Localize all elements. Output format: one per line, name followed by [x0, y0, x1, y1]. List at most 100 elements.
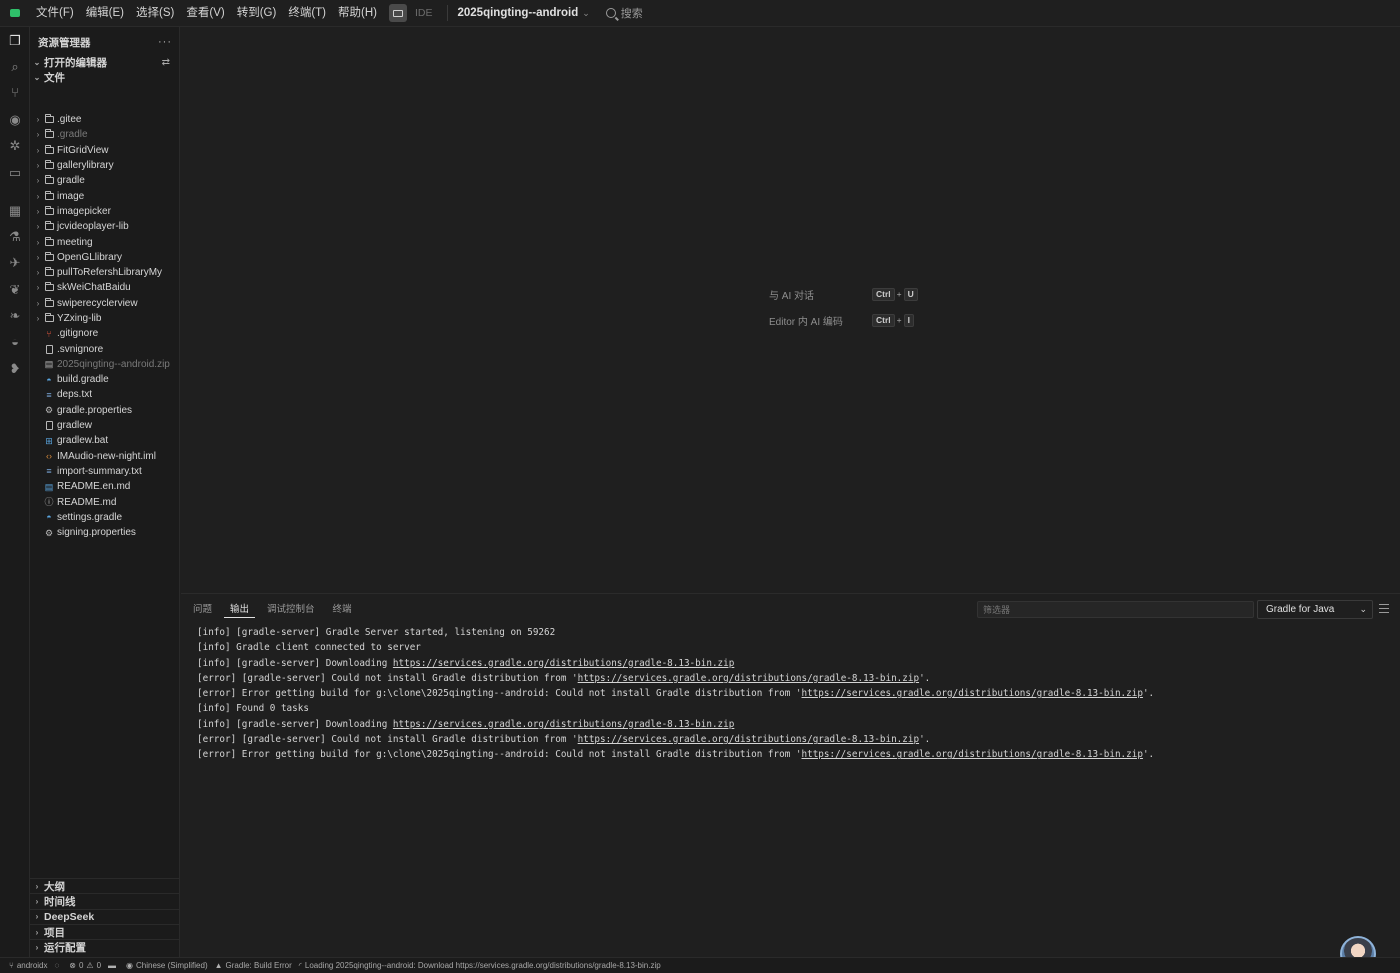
file-tree: › .gitee › .gradle › FitGridView › gallerylibra… [30, 112, 180, 540]
file-item[interactable]: ‹› IMAudio-new-night.iml [30, 449, 180, 464]
tree-item-label: gallerylibrary [57, 160, 114, 172]
menu-edit[interactable]: 编辑(E) [80, 0, 130, 27]
project-switcher[interactable]: 2025qingting--android [454, 7, 583, 19]
file-item[interactable]: ◓ settings.gradle [30, 510, 180, 525]
folder-icon [44, 267, 54, 278]
tab-debug-console[interactable]: 调试控制台 [261, 602, 321, 618]
folder-item[interactable]: › skWeiChatBaidu [30, 280, 180, 295]
panel-menu-icon[interactable] [1379, 604, 1389, 613]
folder-item[interactable]: › meeting [30, 234, 180, 249]
folder-item[interactable]: › gradle [30, 173, 180, 188]
deepseek-section[interactable]: › DeepSeek [30, 908, 180, 924]
output-channel-select[interactable]: Gradle for Java ⌄ [1257, 600, 1373, 619]
file-item[interactable]: .svnignore [30, 341, 180, 356]
menu-terminal[interactable]: 终端(T) [282, 0, 332, 27]
branch-status[interactable]: ⑂ androidx [9, 961, 48, 970]
chat-icon[interactable]: ❥ [7, 361, 23, 377]
language-status[interactable]: ◉ Chinese (Simplified) [126, 961, 208, 970]
file-item[interactable]: ◓ build.gradle [30, 372, 180, 387]
command-search[interactable]: 搜索 [621, 5, 643, 21]
layout-toggle-button[interactable] [388, 4, 407, 22]
folder-item[interactable]: › imagepicker [30, 204, 180, 219]
menu-go[interactable]: 转到(G) [231, 0, 283, 27]
projects-section[interactable]: › 项目 [30, 923, 180, 939]
menu-view[interactable]: 查看(V) [180, 0, 230, 27]
output-text: '. [919, 672, 931, 684]
run-config-section[interactable]: › 运行配置 [30, 939, 180, 954]
output-link[interactable]: https://services.gradle.org/distribution… [393, 658, 734, 669]
chevron-right-icon: › [35, 927, 39, 937]
ports-status[interactable]: ▬ [108, 961, 119, 970]
source-control-icon[interactable]: ⑂ [7, 85, 23, 101]
file-item[interactable]: ⚙ gradle.properties [30, 403, 180, 418]
app-logo [0, 0, 30, 27]
tab-output[interactable]: 输出 [224, 602, 256, 618]
plugin-icon[interactable]: ✈ [7, 255, 23, 271]
gradle-icon[interactable]: ◒ [7, 334, 23, 350]
sync-status[interactable]: ◌ [55, 961, 63, 970]
extensions-icon[interactable]: ▦ [7, 203, 23, 219]
tab-terminal[interactable]: 终端 [327, 602, 358, 618]
folder-item[interactable]: › YZxing-lib [30, 311, 180, 326]
chevron-right-icon: › [36, 237, 40, 247]
run-config-label: 运行配置 [44, 941, 86, 954]
tree-item-label: deps.txt [57, 389, 93, 401]
output-link[interactable]: https://services.gradle.org/distribution… [802, 688, 1143, 699]
problems-status[interactable]: ⊗ 0 ⚠ 0 [69, 961, 101, 970]
file-item[interactable]: ≡ deps.txt [30, 387, 180, 402]
search-view-icon[interactable]: ⌕ [7, 59, 23, 75]
warning-icon: ▲ [214, 961, 223, 970]
output-link[interactable]: https://services.gradle.org/distribution… [802, 749, 1143, 760]
file-item[interactable]: ▤ 2025qingting--android.zip [30, 357, 180, 372]
loading-status[interactable]: ◜ Loading 2025qingting--android: Download… [299, 961, 661, 970]
file-item[interactable]: gradlew [30, 418, 180, 433]
file-item[interactable]: ⚙ signing.properties [30, 525, 180, 540]
folder-item[interactable]: › OpenGLlibrary [30, 250, 180, 265]
folder-item[interactable]: › .gitee [30, 112, 180, 127]
folder-item[interactable]: › gallerylibrary [30, 158, 180, 173]
folder-item[interactable]: › image [30, 188, 180, 203]
ide-mode-button[interactable]: IDE [407, 7, 441, 19]
file-item[interactable]: ⊞ gradlew.bat [30, 433, 180, 448]
tree-item-label: pullToRefershLibraryMy [57, 267, 163, 279]
tab-problems[interactable]: 问题 [187, 602, 218, 618]
language-label: Chinese (Simplified) [136, 961, 208, 970]
folder-item[interactable]: › FitGridView [30, 143, 180, 158]
eye-icon[interactable]: ◉ [7, 112, 23, 128]
chevron-down-icon[interactable]: ⌄ [582, 8, 590, 19]
output-text: '. [919, 734, 931, 746]
open-editors-section[interactable]: ⌄ 打开的编辑器 ⇄ [30, 55, 180, 70]
toggle-icon[interactable]: ⇄ [162, 57, 170, 68]
testing-icon[interactable]: ⚗ [7, 229, 23, 245]
output-link[interactable]: https://services.gradle.org/distribution… [578, 734, 919, 745]
file-item[interactable]: ⑂ .gitignore [30, 326, 180, 341]
folder-item[interactable]: › .gradle [30, 127, 180, 142]
debug-icon[interactable]: ✲ [7, 138, 23, 154]
timeline-section[interactable]: › 时间线 [30, 893, 180, 908]
bird2-icon[interactable]: ❧ [7, 308, 23, 324]
tree-item-label: signing.properties [57, 527, 136, 539]
menu-selection[interactable]: 选择(S) [130, 0, 180, 27]
remote-icon[interactable]: ▭ [7, 165, 23, 181]
output-link[interactable]: https://services.gradle.org/distribution… [578, 673, 919, 684]
folder-item[interactable]: › swiperecyclerview [30, 296, 180, 311]
folder-item[interactable]: › pullToRefershLibraryMy [30, 265, 180, 280]
outline-section[interactable]: › 大纲 [30, 878, 180, 893]
output-log: [info] [gradle-server] Gradle Server sta… [197, 625, 1387, 763]
file-item[interactable]: ≡ import-summary.txt [30, 464, 180, 479]
folder-item[interactable]: › jcvideoplayer-lib [30, 219, 180, 234]
gradle-status[interactable]: ▲ Gradle: Build Error [215, 961, 292, 970]
warning-icon: ⚠ [86, 961, 94, 970]
output-filter-input[interactable] [977, 601, 1254, 618]
menu-file[interactable]: 文件(F) [30, 0, 80, 27]
bird-icon[interactable]: ❦ [7, 282, 23, 298]
output-link[interactable]: https://services.gradle.org/distribution… [393, 719, 734, 730]
more-actions-icon[interactable]: ··· [158, 36, 172, 48]
file-item[interactable]: ▤ README.en.md [30, 479, 180, 494]
explorer-icon[interactable]: ❐ [7, 33, 23, 49]
folder-icon [44, 160, 54, 171]
file-item[interactable]: ⓘ README.md [30, 494, 180, 509]
search-icon[interactable] [605, 8, 616, 18]
menu-help[interactable]: 帮助(H) [332, 0, 383, 27]
files-section[interactable]: ⌄ 文件 [30, 70, 180, 85]
